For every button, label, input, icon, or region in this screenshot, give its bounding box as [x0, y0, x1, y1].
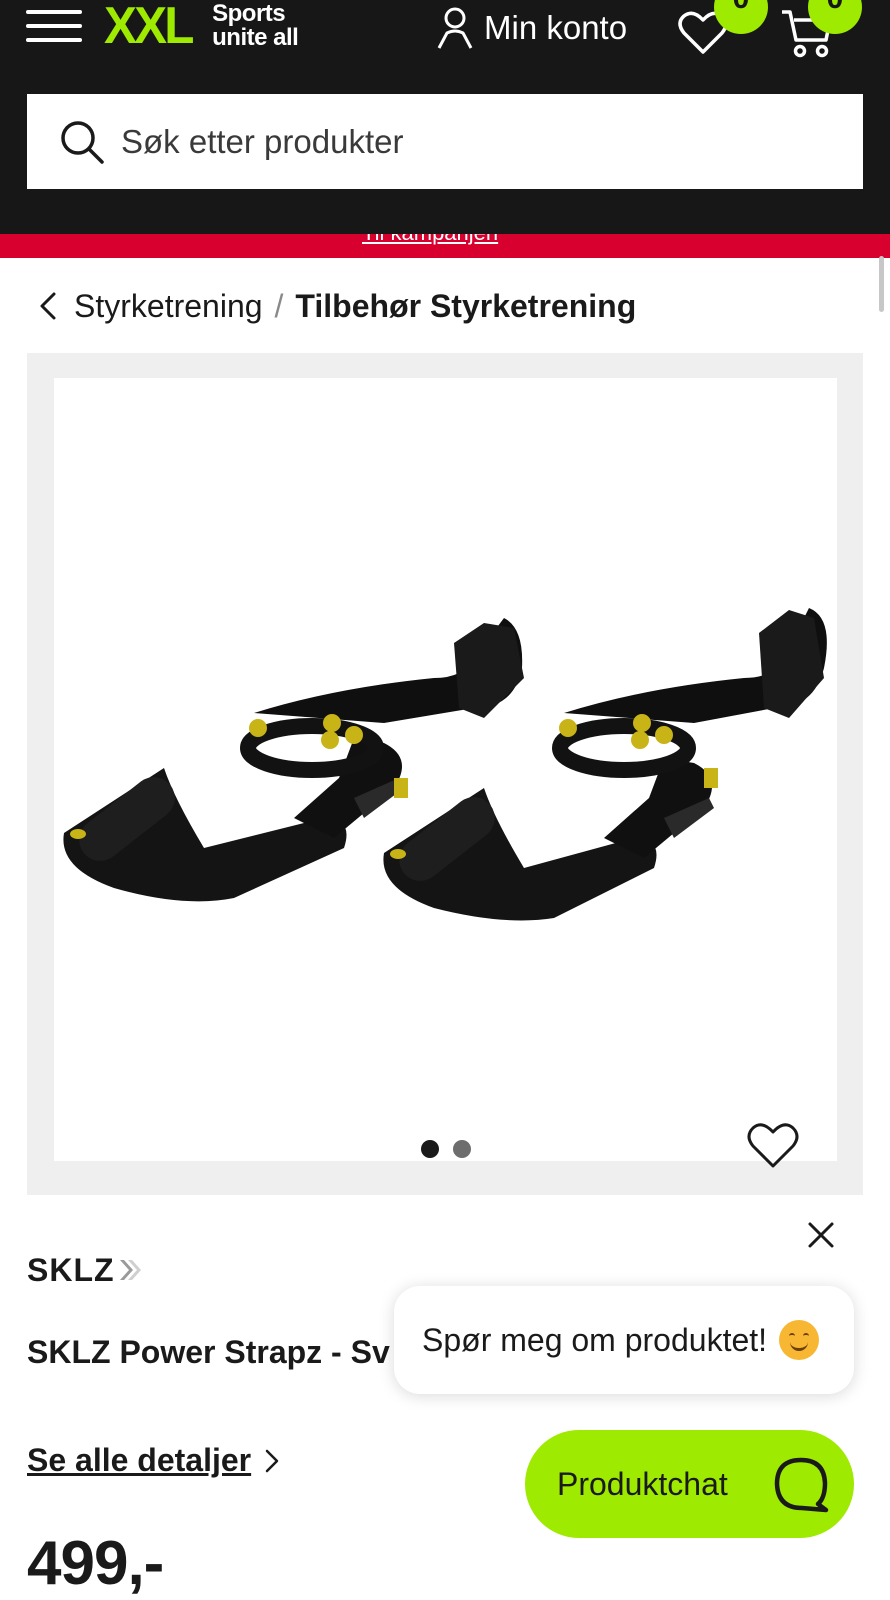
search-input[interactable] — [121, 122, 821, 161]
user-icon — [437, 7, 473, 49]
chat-prompt-bubble[interactable]: Spør meg om produktet! — [394, 1286, 854, 1394]
product-chat-label: Produktchat — [557, 1465, 728, 1502]
promo-banner: Til kampanjen — [0, 234, 890, 258]
promo-link[interactable]: Til kampanjen — [362, 234, 498, 246]
heart-icon — [747, 1123, 799, 1168]
breadcrumb-separator: / — [274, 287, 284, 324]
add-to-wishlist-button[interactable] — [746, 1120, 800, 1170]
scrollbar[interactable] — [879, 256, 884, 312]
pagination-dot-2[interactable] — [452, 1140, 471, 1158]
logo-tagline-line2: unite all — [212, 24, 299, 51]
product-gallery — [27, 353, 863, 1195]
strap-right — [383, 608, 827, 921]
brand-logo[interactable]: SKLZ — [27, 1252, 143, 1288]
chat-prompt-text: Spør meg om produktet! — [422, 1321, 768, 1358]
chevron-right-icon — [265, 1449, 279, 1472]
image-pagination — [54, 1140, 837, 1158]
product-price: 499,- — [27, 1529, 164, 1598]
pagination-dot-1[interactable] — [420, 1140, 439, 1158]
xxl-logo[interactable]: XXL Sports unite all — [104, 0, 299, 55]
breadcrumb-parent[interactable]: Styrketrening — [74, 288, 263, 325]
see-all-details-link[interactable]: Se alle detaljer — [27, 1442, 281, 1479]
brand-name: SKLZ — [27, 1251, 115, 1288]
site-header: XXL Sports unite all Min konto 0 0 — [0, 0, 890, 234]
menu-icon[interactable] — [26, 6, 82, 46]
logo-tagline-line1: Sports — [212, 0, 286, 27]
smile-emoji-icon — [779, 1320, 820, 1360]
account-link[interactable]: Min konto — [436, 6, 627, 50]
search-icon — [61, 120, 104, 164]
product-title: SKLZ Power Strapz - Sv — [27, 1334, 390, 1370]
close-icon[interactable] — [806, 1220, 836, 1250]
product-image[interactable] — [54, 378, 837, 1161]
chat-icon — [774, 1457, 829, 1513]
chevrons-right-icon — [119, 1260, 141, 1280]
account-label: Min konto — [484, 9, 628, 46]
breadcrumb: Styrketrening / Tilbehør Styrketrening — [38, 286, 636, 326]
chevron-left-icon[interactable] — [38, 291, 58, 321]
logo-tagline: Sports unite all — [212, 0, 299, 51]
product-chat-button[interactable]: Produktchat — [525, 1430, 854, 1538]
details-link-label: Se alle detaljer — [27, 1442, 252, 1478]
search-bar[interactable] — [27, 94, 863, 189]
breadcrumb-current: Tilbehør Styrketrening — [295, 287, 637, 324]
product-image-frame[interactable] — [54, 378, 837, 1161]
logo-text: XXL — [104, 0, 194, 55]
